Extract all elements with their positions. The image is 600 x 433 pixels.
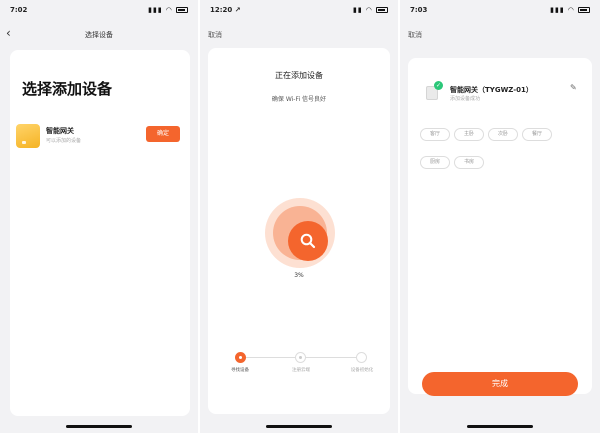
home-indicator — [66, 425, 132, 428]
battery-icon — [376, 7, 388, 13]
device-name: 智能网关（TYGWZ-01） — [450, 86, 533, 94]
step-dot-1 — [235, 352, 246, 363]
progress-percent: 3% — [294, 272, 304, 279]
progress-card: 正在添加设备 确保 Wi-Fi 信号良好 3% 寻找设备 注册云端 设备初始化 — [208, 48, 390, 414]
page-title: 选择添加设备 — [22, 80, 113, 98]
home-indicator — [266, 425, 332, 428]
device-subtitle: 可以添加的设备 — [46, 138, 82, 144]
room-chip[interactable]: 厨房 — [420, 156, 450, 169]
device-status: 添加设备成功 — [450, 96, 481, 102]
device-row: ✓ 智能网关（TYGWZ-01） 添加设备成功 ✎ — [422, 80, 582, 104]
signal-icon: ▮▮▮ — [550, 6, 565, 14]
page-title: 正在添加设备 — [275, 71, 323, 80]
step-label-3: 设备初始化 — [350, 368, 374, 373]
search-icon — [300, 233, 316, 249]
battery-icon — [176, 7, 188, 13]
progress-steps: 寻找设备 注册云端 设备初始化 — [230, 351, 373, 379]
nav-bar: ‹ 选择设备 — [0, 26, 198, 42]
wifi-icon: ◠ — [366, 6, 373, 14]
wifi-icon: ◠ — [568, 6, 575, 14]
step-label-1: 寻找设备 — [231, 368, 249, 373]
status-time: 7:03 — [410, 6, 428, 14]
room-chips: 客厅 主卧 次卧 餐厅 厨房 书房 — [420, 120, 585, 176]
room-chip[interactable]: 主卧 — [454, 128, 484, 141]
wifi-hint: 确保 Wi-Fi 信号良好 — [271, 96, 327, 103]
search-animation — [265, 198, 335, 268]
confirm-button[interactable]: 确定 — [146, 126, 180, 142]
device-name: 智能网关 — [46, 127, 74, 135]
nav-title: 选择设备 — [85, 31, 113, 39]
nav-bar: 取消 — [200, 26, 398, 42]
room-chip[interactable]: 客厅 — [420, 128, 450, 141]
step-label-2: 注册云端 — [292, 368, 310, 373]
status-icons: ▮▮ ◠ — [353, 6, 388, 14]
status-icons: ▮▮▮ ◠ — [148, 6, 188, 14]
step-dot-2 — [295, 352, 306, 363]
status-bar: 7:03 ▮▮▮ ◠ — [400, 6, 600, 18]
screen-add-success: 7:03 ▮▮▮ ◠ 取消 ✓ 智能网关（TYGWZ-01） 添加设备成功 ✎ … — [400, 0, 600, 433]
wifi-icon: ◠ — [166, 6, 173, 14]
cancel-button[interactable]: 取消 — [408, 30, 422, 40]
room-chip[interactable]: 书房 — [454, 156, 484, 169]
done-button[interactable]: 完成 — [422, 372, 578, 396]
status-time: 7:02 — [10, 6, 28, 14]
gateway-icon — [16, 124, 40, 148]
success-card: ✓ 智能网关（TYGWZ-01） 添加设备成功 ✎ 客厅 主卧 次卧 餐厅 厨房 书房 … — [408, 58, 592, 396]
status-bar: 12:20 ↗ ▮▮ ◠ — [200, 6, 398, 18]
nav-bar: 取消 — [400, 26, 600, 42]
screen-adding-device: 12:20 ↗ ▮▮ ◠ 取消 正在添加设备 确保 Wi-Fi 信号良好 3% — [200, 0, 398, 433]
room-chip[interactable]: 餐厅 — [522, 128, 552, 141]
signal-icon: ▮▮ — [353, 6, 363, 14]
screen-select-device: 7:02 ▮▮▮ ◠ ‹ 选择设备 选择添加设备 智能网关 可以添加的设备 确定 — [0, 0, 198, 433]
cancel-button[interactable]: 取消 — [208, 30, 222, 40]
checkmark-icon: ✓ — [434, 81, 443, 90]
edit-icon[interactable]: ✎ — [570, 83, 577, 92]
status-bar: 7:02 ▮▮▮ ◠ — [0, 6, 198, 18]
room-chip[interactable]: 次卧 — [488, 128, 518, 141]
signal-icon: ▮▮▮ — [148, 6, 163, 14]
status-icons: ▮▮▮ ◠ — [550, 6, 590, 14]
home-indicator — [467, 425, 533, 428]
list-item-gateway[interactable]: 智能网关 可以添加的设备 确定 — [16, 122, 184, 150]
status-time: 12:20 ↗ — [210, 6, 241, 14]
step-dot-3 — [356, 352, 367, 363]
battery-icon — [578, 7, 590, 13]
device-list-card: 选择添加设备 智能网关 可以添加的设备 确定 — [10, 50, 190, 416]
